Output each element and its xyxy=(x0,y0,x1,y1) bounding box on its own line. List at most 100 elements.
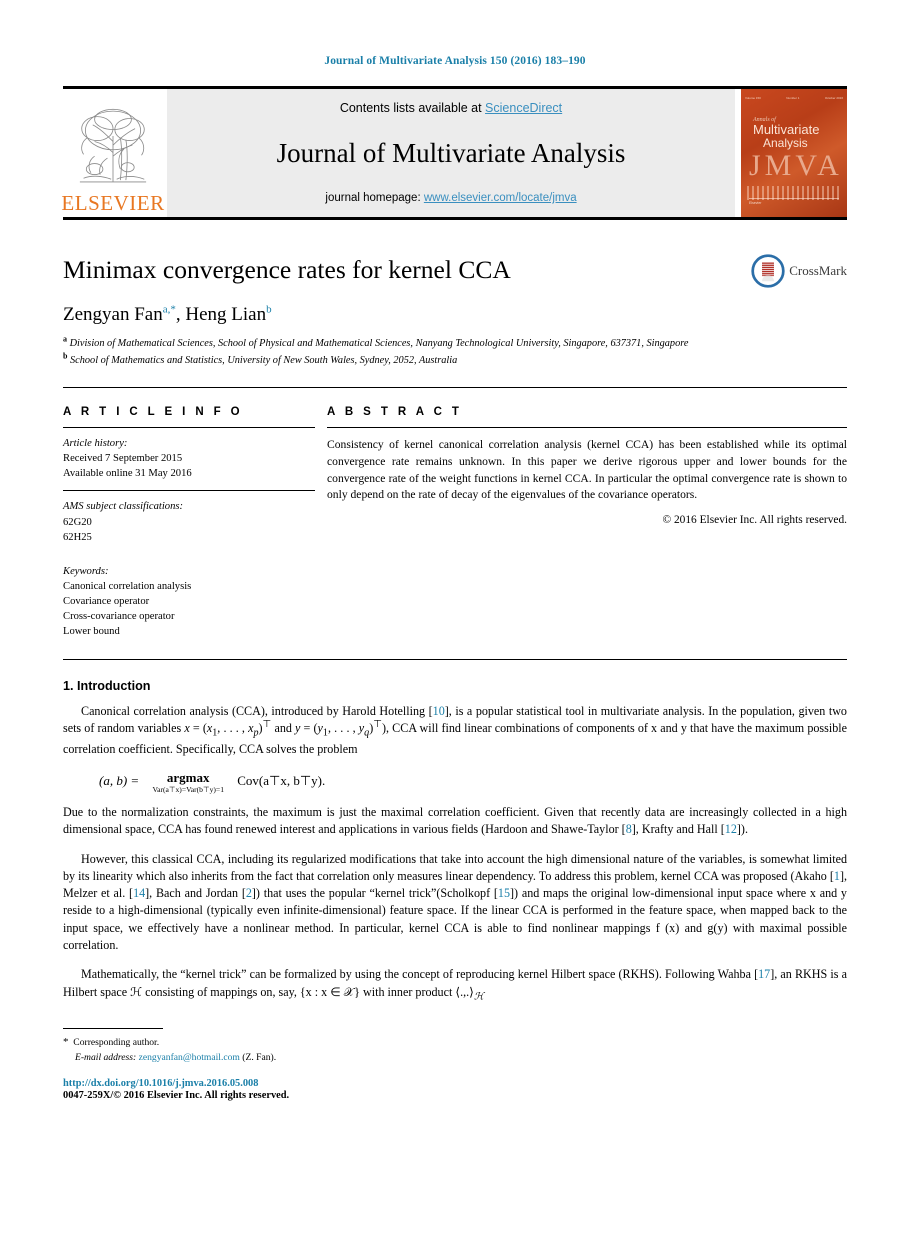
citation-ref[interactable]: 15 xyxy=(498,886,510,900)
p1-part-a: Canonical correlation analysis (CCA), in… xyxy=(81,703,433,718)
article-info-column: A R T I C L E I N F O Article history: R… xyxy=(63,406,315,638)
article-history-block: Article history: Received 7 September 20… xyxy=(63,436,315,481)
masthead-bottom-rule xyxy=(63,217,847,220)
citation-ref[interactable]: 10 xyxy=(433,704,445,718)
abstract-text: Consistency of kernel canonical correlat… xyxy=(327,438,847,502)
keyword-item: Cross-covariance operator xyxy=(63,610,175,622)
cover-acronym: JMVA xyxy=(749,149,843,182)
journal-homepage-link[interactable]: www.elsevier.com/locate/jmva xyxy=(424,192,577,204)
journal-masthead: ELSEVIER Contents lists available at Sci… xyxy=(61,89,847,217)
p2-part-b: ], Krafty and Hall [ xyxy=(631,822,725,837)
cover-footer: Elsevier xyxy=(749,198,839,211)
column-gap xyxy=(315,406,327,638)
abstract-copyright: © 2016 Elsevier Inc. All rights reserved… xyxy=(662,514,847,527)
sciencedirect-link[interactable]: ScienceDirect xyxy=(485,101,562,115)
p3-part-d: ]) that uses the popular “kernel trick”(… xyxy=(251,886,498,901)
masthead-center: Contents lists available at ScienceDirec… xyxy=(167,89,735,217)
keyword-item: Covariance operator xyxy=(63,595,150,607)
cover-top-strip: Volume 150 Number 1 October 2016 xyxy=(745,93,843,102)
affiliation-marker-a: a xyxy=(63,334,67,344)
equation-argmax: argmax Var(a⊤x)=Var(b⊤y)=1 xyxy=(152,770,224,794)
citation-ref[interactable]: 14 xyxy=(133,886,145,900)
info-top-rule xyxy=(63,387,847,389)
history-item: Received 7 September 2015 xyxy=(63,453,183,465)
citation-ref[interactable]: 12 xyxy=(725,822,737,836)
equation-cca: (a, b) = argmax Var(a⊤x)=Var(b⊤y)=1 Cov(… xyxy=(63,770,847,794)
footnote-block: * Corresponding author. E-mail address: … xyxy=(63,1034,847,1065)
inner-product-subscript: ℋ xyxy=(473,991,484,1003)
email-link[interactable]: zengyanfan@hotmail.com xyxy=(139,1052,240,1063)
affiliation-a-text: Division of Mathematical Sciences, Schoo… xyxy=(69,337,689,349)
cover-number: Number 1 xyxy=(786,95,800,100)
cover-title-line1: Multivariate xyxy=(753,122,820,137)
crossmark-label: CrossMark xyxy=(789,263,847,278)
citation-ref[interactable]: 17 xyxy=(758,967,770,981)
p4-part-a: Mathematically, the “kernel trick” can b… xyxy=(81,967,759,982)
title-block: Minimax convergence rates for kernel CCA xyxy=(63,254,847,370)
abstract-heading: A B S T R A C T xyxy=(327,406,463,419)
p2-part-c: ]). xyxy=(736,822,748,837)
affiliation-a: a Division of Mathematical Sciences, Sch… xyxy=(63,334,847,352)
info-abstract-row: A R T I C L E I N F O Article history: R… xyxy=(63,406,847,638)
keyword-item: Lower bound xyxy=(63,625,120,637)
equation-rhs: Cov(a⊤x, b⊤y). xyxy=(237,773,326,789)
corresponding-author-text: Corresponding author. xyxy=(73,1037,160,1049)
homepage-prefix: journal homepage: xyxy=(325,192,424,204)
cover-title-line2: Analysis xyxy=(763,136,808,150)
paragraph-2: Due to the normalization constraints, th… xyxy=(63,804,847,839)
argmax-operator: argmax xyxy=(166,770,210,786)
affiliation-marker-b: b xyxy=(63,352,68,362)
equation-lhs: (a, b) = xyxy=(99,773,140,789)
paragraph-1: Canonical correlation analysis (CCA), in… xyxy=(63,703,847,758)
body-top-rule xyxy=(63,658,847,660)
article-history-label: Article history: xyxy=(63,438,128,450)
elsevier-logo: ELSEVIER xyxy=(61,89,165,217)
article-info-rule xyxy=(63,427,315,429)
contents-prefix: Contents lists available at xyxy=(339,101,486,115)
crossmark-icon xyxy=(751,254,785,288)
section-heading-introduction: 1. Introduction xyxy=(63,678,151,693)
keywords-block: Keywords: Canonical correlation analysis… xyxy=(63,564,315,639)
email-line: E-mail address: zengyanfan@hotmail.com (… xyxy=(63,1051,847,1065)
ams-classifications-block: AMS subject classifications: 62G20 62H25 xyxy=(63,499,315,544)
elsevier-tree-icon xyxy=(79,108,147,183)
article-info-heading: A R T I C L E I N F O xyxy=(63,406,244,419)
cover-journal-title: Multivariate Analysis xyxy=(753,123,841,149)
ams-label: AMS subject classifications: xyxy=(63,501,184,513)
p3-part-a: However, this classical CCA, including i… xyxy=(63,851,847,883)
issn-copyright: 0047-259X/© 2016 Elsevier Inc. All right… xyxy=(63,1090,290,1102)
journal-homepage-line: journal homepage: www.elsevier.com/locat… xyxy=(325,192,576,204)
crossmark-badge[interactable]: CrossMark xyxy=(751,254,847,288)
abstract-rule xyxy=(327,427,847,429)
abstract-column: A B S T R A C T Consistency of kernel ca… xyxy=(327,406,847,638)
page-title: Minimax convergence rates for kernel CCA xyxy=(63,255,511,284)
paragraph-4: Mathematically, the “kernel trick” can b… xyxy=(63,966,847,1004)
elsevier-wordmark: ELSEVIER xyxy=(61,191,165,215)
journal-title: Journal of Multivariate Analysis xyxy=(276,138,626,168)
footnote-rule xyxy=(63,1028,163,1030)
affiliations: a Division of Mathematical Sciences, Sch… xyxy=(63,334,847,370)
affiliation-b: b School of Mathematics and Statistics, … xyxy=(63,352,847,369)
keywords-label: Keywords: xyxy=(63,565,109,577)
email-label: E-mail address: xyxy=(75,1051,139,1063)
ams-item: 62G20 xyxy=(63,516,92,528)
ams-item: 62H25 xyxy=(63,531,92,543)
author-list: Zengyan Fana,*, Heng Lianb xyxy=(63,303,272,325)
asterisk-icon: * xyxy=(63,1036,69,1049)
keyword-item: Canonical correlation analysis xyxy=(63,580,192,592)
running-head: Journal of Multivariate Analysis 150 (20… xyxy=(324,55,586,67)
doi-link[interactable]: http://dx.doi.org/10.1016/j.jmva.2016.05… xyxy=(63,1078,847,1089)
paper-page: Journal of Multivariate Analysis 150 (20… xyxy=(0,0,907,1238)
contents-list-line: Contents lists available at ScienceDirec… xyxy=(340,101,562,115)
history-item: Available online 31 May 2016 xyxy=(63,468,192,480)
article-info-rule-2 xyxy=(63,490,315,492)
p3-part-c: ], Bach and Jordan [ xyxy=(145,886,246,901)
cover-date: October 2016 xyxy=(824,95,843,100)
cover-volume: Volume 150 xyxy=(745,95,761,100)
email-suffix: (Z. Fan). xyxy=(239,1051,277,1063)
journal-cover-image: Volume 150 Number 1 October 2016 Annals … xyxy=(741,89,847,217)
corresponding-author-note: * Corresponding author. xyxy=(63,1034,847,1051)
paragraph-3: However, this classical CCA, including i… xyxy=(63,851,847,955)
affiliation-b-text: School of Mathematics and Statistics, Un… xyxy=(70,355,458,367)
